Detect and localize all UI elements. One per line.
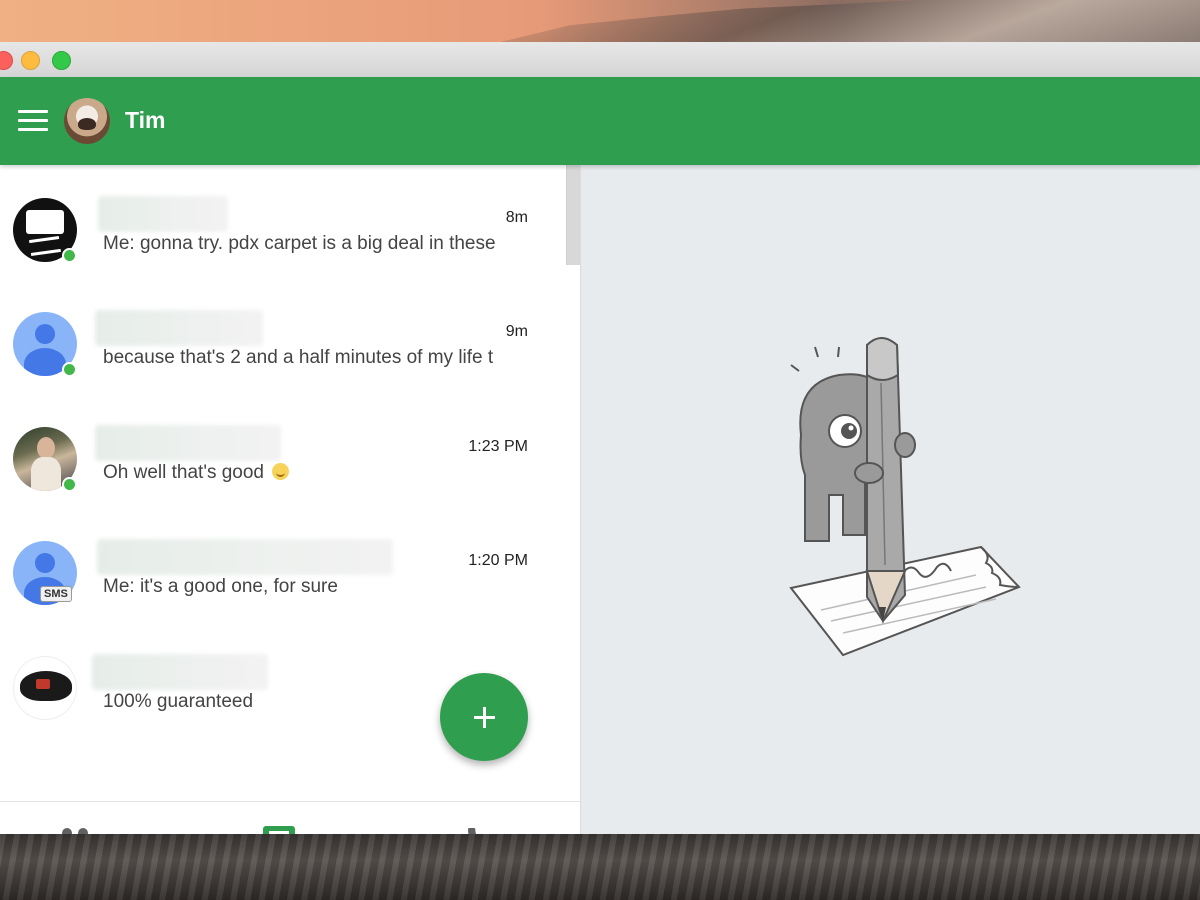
zoom-window-button[interactable] [52,51,71,70]
contact-name-blurred [95,425,281,461]
conversation-list-panel: 8m Me: gonna try. pdx carpet is a big de… [0,165,581,834]
online-status-dot [62,477,77,492]
hangouts-window: Tim 8m Me: gonna try. pdx carpet is a bi… [0,42,1200,834]
desktop-wallpaper-top [0,0,1200,42]
conversation-item[interactable]: 1:23 PM Oh well that's good [0,394,560,508]
messages-icon [263,826,295,834]
minimize-window-button[interactable] [21,51,40,70]
conversation-time: 1:20 PM [468,552,528,569]
conversation-snippet: Oh well that's good [103,462,530,484]
contact-name-blurred [92,654,268,690]
profile-name[interactable]: Tim [125,107,165,134]
profile-avatar[interactable] [64,98,110,144]
snippet-text: Oh well that's good [103,462,264,483]
conversation-item[interactable]: SMS 1:20 PM Me: it's a good one, for sur… [0,508,560,622]
empty-conversation-area [581,165,1200,834]
smile-emoji-icon [272,463,289,480]
conversation-snippet: because that's 2 and a half minutes of m… [103,347,494,368]
conversation-snippet: Me: gonna try. pdx carpet is a big deal … [103,233,496,254]
app-header: Tim [0,77,1200,165]
contact-name-blurred [97,539,393,575]
new-conversation-plus-button[interactable] [440,673,528,761]
tab-calls[interactable] [380,802,580,834]
tab-messages[interactable] [178,802,378,834]
scrollbar-thumb[interactable] [566,165,580,265]
contact-avatar [13,656,77,720]
close-window-button[interactable] [0,51,13,70]
phone-icon [468,828,477,834]
tab-contacts[interactable] [0,802,190,834]
online-status-dot [62,248,77,263]
online-status-dot [62,362,77,377]
conversation-snippet: Me: it's a good one, for sure [103,576,338,597]
character-with-pencil-illustration [789,337,1021,657]
mountain-ridge [500,0,1200,42]
hamburger-menu-icon[interactable] [18,110,48,132]
conversation-item[interactable]: 9m because that's 2 and a half minutes o… [0,279,560,393]
sms-badge: SMS [40,586,72,602]
conversation-time: 8m [505,209,528,226]
contact-name-blurred [98,196,228,232]
window-titlebar[interactable] [0,42,1200,78]
desktop-wallpaper-bottom [0,834,1200,900]
people-icon [58,827,94,834]
conversation-time: 9m [505,323,528,340]
contact-name-blurred [95,310,263,346]
bottom-navigation [0,801,580,834]
conversation-item[interactable]: 8m Me: gonna try. pdx carpet is a big de… [0,165,560,279]
conversation-time: 1:23 PM [468,438,528,455]
